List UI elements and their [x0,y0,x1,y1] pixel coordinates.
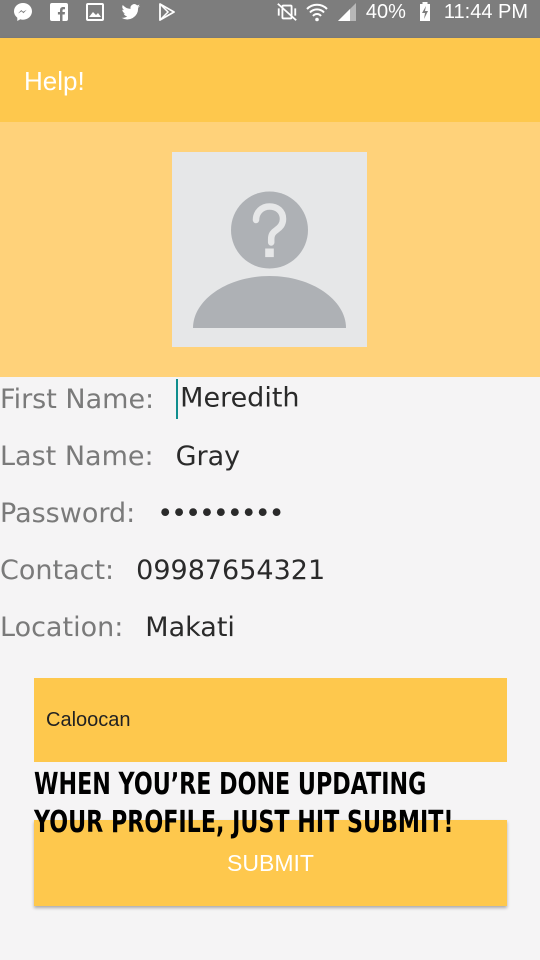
clock: 11:44 PM [443,0,528,23]
first-name-label: First Name: [0,383,155,415]
location-row: Location: Makati [0,602,235,652]
contact-row: Contact: 09987654321 [0,545,325,595]
last-name-field[interactable]: Gray [176,441,241,472]
messenger-icon [12,2,34,22]
signal-icon [336,2,358,22]
battery-percent: 40% [365,0,406,23]
submit-hint: WHEN YOU’RE DONE UPDATING YOUR PROFILE, … [34,766,454,842]
location-option: Caloocan [46,709,131,731]
first-name-row: First Name: Meredith [0,374,300,424]
app-bar: Help! [0,38,540,122]
system-status: 40% 11:44 PM [276,0,528,24]
first-name-value: Meredith [180,382,300,414]
password-label: Password: [0,497,136,529]
avatar[interactable] [172,152,367,347]
wifi-icon [306,2,328,22]
submit-hint-line-2: YOUR PROFILE, JUST HIT SUBMIT! [34,805,454,840]
status-bar: 40% 11:44 PM [0,0,540,38]
contact-field[interactable]: 09987654321 [136,555,325,586]
contact-label: Contact: [0,554,115,586]
vibrate-mute-icon [276,2,298,22]
profile-header [0,122,540,377]
page-title: Help! [24,66,85,96]
last-name-label: Last Name: [0,440,154,472]
facebook-icon [48,2,70,22]
battery-charging-icon [414,2,436,22]
play-store-icon [156,2,178,22]
last-name-row: Last Name: Gray [0,431,240,481]
location-field[interactable]: Makati [145,612,235,643]
password-field[interactable]: ••••••••• [157,498,284,529]
first-name-field[interactable]: Meredith [176,379,300,419]
submit-hint-line-1: WHEN YOU’RE DONE UPDATING [34,767,427,802]
text-cursor [176,379,179,419]
password-row: Password: ••••••••• [0,488,285,538]
unknown-person-icon [193,191,346,328]
twitter-icon [120,2,142,22]
location-label: Location: [0,611,124,643]
gallery-icon [84,2,106,22]
location-dropdown[interactable]: Caloocan [34,678,507,762]
notification-icons [12,0,178,24]
